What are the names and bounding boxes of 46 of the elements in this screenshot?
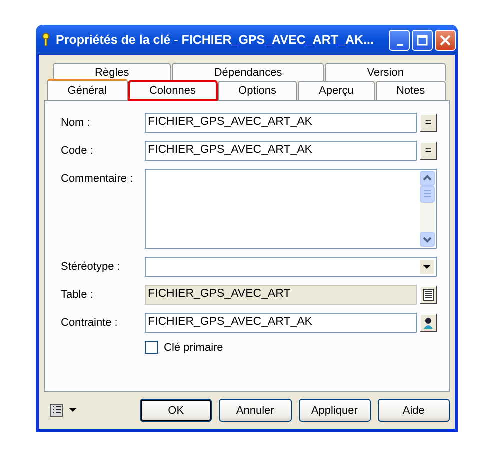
window-title: Propriétés de la clé - FICHIER_GPS_AVEC_ART_AK... <box>56 33 375 47</box>
close-icon <box>440 34 451 46</box>
scroll-thumb[interactable] <box>420 186 435 203</box>
dialog-button[interactable]: Aide <box>378 399 450 422</box>
minimize-button[interactable] <box>389 30 410 50</box>
maximize-button[interactable] <box>412 30 433 50</box>
dialog-button[interactable]: OK <box>140 399 212 422</box>
input-field[interactable]: FICHIER_GPS_AVEC_ART_AK <box>145 113 417 133</box>
field-label: Nom : <box>61 117 92 129</box>
field-label: Contrainte : <box>61 317 119 329</box>
scroll-up-icon[interactable] <box>420 171 435 186</box>
field-label: Table : <box>61 289 94 301</box>
close-button[interactable] <box>435 30 456 50</box>
person-icon <box>423 317 434 329</box>
properties-button[interactable] <box>420 286 437 304</box>
scroll-down-icon[interactable] <box>420 232 435 247</box>
maximize-icon <box>417 34 428 46</box>
tab[interactable]: Colonnes <box>128 81 217 100</box>
tab[interactable]: Règles <box>53 63 172 81</box>
input-field[interactable]: FICHIER_GPS_AVEC_ART_AK <box>145 141 417 161</box>
tab[interactable]: Version <box>325 63 446 81</box>
tab[interactable]: Général <box>47 79 128 100</box>
caret-icon <box>69 408 77 413</box>
dialog-button[interactable]: Annuler <box>219 399 292 422</box>
tab[interactable]: Notes <box>376 81 446 100</box>
key-icon <box>42 33 50 47</box>
dialog-button[interactable]: Appliquer <box>298 399 371 422</box>
equal-button[interactable]: = <box>420 142 437 160</box>
field-label: Stéréotype : <box>61 261 122 273</box>
checkbox[interactable] <box>145 341 158 354</box>
comment-field[interactable] <box>145 169 437 249</box>
list-icon <box>50 404 63 417</box>
tab[interactable]: Options <box>218 81 298 100</box>
tab[interactable]: Aperçu <box>298 81 375 100</box>
scrollbar[interactable] <box>420 171 435 247</box>
input-field[interactable]: FICHIER_GPS_AVEC_ART <box>145 285 417 305</box>
tab[interactable]: Dépendances <box>172 63 324 81</box>
checkbox-label[interactable]: Clé primaire <box>164 342 224 354</box>
find-button[interactable] <box>420 314 437 332</box>
minimize-icon <box>396 44 402 46</box>
table-properties-icon <box>423 289 434 301</box>
field-label: Commentaire : <box>61 173 134 185</box>
menu-button[interactable] <box>50 404 77 417</box>
field-label: Code : <box>61 145 94 157</box>
equal-button[interactable]: = <box>420 114 437 132</box>
input-field[interactable]: FICHIER_GPS_AVEC_ART_AK <box>145 313 417 333</box>
